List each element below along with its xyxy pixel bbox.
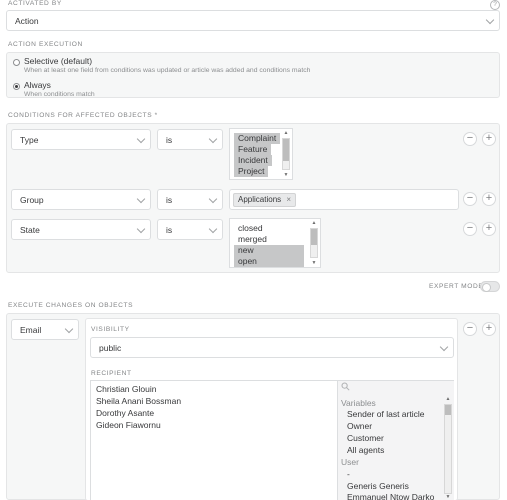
- condition-attribute-value: Type: [20, 135, 39, 145]
- chevron-down-icon: [64, 324, 74, 334]
- picker-option[interactable]: Emmanuel Ntow Darko: [347, 492, 434, 500]
- scrollbar-thumb[interactable]: [311, 229, 317, 245]
- scrollbar-thumb[interactable]: [283, 139, 289, 161]
- list-option-new[interactable]: new: [234, 245, 304, 256]
- always-subtitle: When conditions match: [24, 91, 95, 98]
- chevron-down-icon: [208, 224, 218, 234]
- condition-value-type-list[interactable]: Complaint Feature Incident Project ▲ ▼: [229, 128, 293, 180]
- execute-action-value: Email: [20, 325, 42, 335]
- picker-option[interactable]: Owner: [347, 421, 372, 431]
- token-label: Applications: [238, 195, 282, 204]
- variables-header: Variables: [341, 398, 376, 408]
- condition-operator-value: is: [166, 195, 173, 205]
- execute-changes-label: EXECUTE CHANGES ON OBJECTS: [8, 302, 134, 309]
- visibility-value: public: [99, 343, 122, 353]
- picker-option[interactable]: -: [347, 469, 350, 479]
- chevron-down-icon: [208, 194, 218, 204]
- condition-operator-group[interactable]: is: [157, 189, 223, 210]
- scroll-up-icon[interactable]: ▲: [444, 397, 452, 402]
- condition-attribute-state[interactable]: State: [11, 219, 151, 240]
- chevron-down-icon: [208, 134, 218, 144]
- condition-attribute-value: Group: [20, 195, 44, 205]
- scroll-up-icon[interactable]: ▲: [282, 131, 290, 136]
- action-execution-label: ACTION EXECUTION: [8, 41, 83, 48]
- picker-option[interactable]: Generis Generis: [347, 481, 409, 491]
- add-condition-button[interactable]: +: [482, 192, 496, 206]
- user-header: User: [341, 457, 359, 467]
- condition-operator-value: is: [166, 225, 173, 235]
- radio-selective[interactable]: [13, 59, 20, 66]
- action-execution-panel: Selective (default) When at least one fi…: [6, 52, 500, 98]
- list-option-complaint[interactable]: Complaint: [234, 133, 281, 144]
- scrollbar[interactable]: [282, 138, 290, 170]
- list-option-closed[interactable]: closed: [234, 223, 267, 234]
- chevron-down-icon: [485, 15, 495, 25]
- expert-mode-toggle[interactable]: [480, 281, 500, 292]
- condition-value-group-input[interactable]: Applications ×: [229, 189, 459, 210]
- execute-changes-panel: Email VISIBILITY public RECIPIENT Christ…: [6, 313, 500, 500]
- scroll-down-icon[interactable]: ▼: [444, 495, 452, 500]
- list-option-incident[interactable]: Incident: [234, 155, 272, 166]
- recipient-box: Christian Glouin Sheila Anani Bossman Do…: [90, 380, 454, 500]
- scrollbar[interactable]: [444, 404, 452, 494]
- recipient-item[interactable]: Dorothy Asante: [96, 408, 154, 418]
- condition-attribute-group[interactable]: Group: [11, 189, 151, 210]
- recipient-item[interactable]: Sheila Anani Bossman: [96, 396, 181, 406]
- condition-operator-type[interactable]: is: [157, 129, 223, 150]
- recipient-item[interactable]: Gideon Fiawornu: [96, 420, 161, 430]
- remove-condition-button[interactable]: −: [463, 132, 477, 146]
- activated-by-label: ACTIVATED BY: [8, 0, 62, 7]
- scrollbar[interactable]: [310, 228, 318, 258]
- conditions-label: CONDITIONS FOR AFFECTED OBJECTS *: [8, 112, 158, 119]
- add-action-button[interactable]: +: [482, 322, 496, 336]
- list-option-project[interactable]: Project: [234, 166, 269, 177]
- activated-by-select[interactable]: Action: [6, 10, 500, 31]
- conditions-panel: Type is Complaint Feature Incident Proje…: [6, 123, 500, 273]
- remove-condition-button[interactable]: −: [463, 222, 477, 236]
- picker-option[interactable]: Customer: [347, 433, 384, 443]
- condition-attribute-value: State: [20, 225, 40, 235]
- activated-by-value: Action: [15, 16, 39, 26]
- chevron-down-icon: [136, 134, 146, 144]
- search-icon[interactable]: [341, 382, 350, 391]
- scrollbar-thumb[interactable]: [445, 405, 451, 415]
- remove-condition-button[interactable]: −: [463, 192, 477, 206]
- chevron-down-icon: [136, 194, 146, 204]
- radio-always[interactable]: [13, 83, 20, 90]
- recipient-label: RECIPIENT: [91, 370, 132, 377]
- remove-action-button[interactable]: −: [463, 322, 477, 336]
- add-condition-button[interactable]: +: [482, 132, 496, 146]
- recipient-picker-list[interactable]: Variables Sender of last article Owner C…: [337, 381, 454, 500]
- token-applications: Applications ×: [233, 193, 297, 207]
- list-option-open[interactable]: open: [234, 256, 304, 267]
- condition-value-state-list[interactable]: closed merged new open ▲ ▼: [229, 218, 321, 268]
- recipient-item[interactable]: Christian Glouin: [96, 384, 156, 394]
- scroll-down-icon[interactable]: ▼: [282, 173, 290, 178]
- visibility-label: VISIBILITY: [91, 326, 130, 333]
- list-option-feature[interactable]: Feature: [234, 144, 272, 155]
- token-remove-icon[interactable]: ×: [286, 195, 291, 204]
- expert-mode-label: EXPERT MODE: [429, 283, 484, 290]
- list-option-merged[interactable]: merged: [234, 234, 271, 245]
- always-title: Always: [24, 80, 51, 90]
- email-config-box: VISIBILITY public RECIPIENT Christian Gl…: [85, 318, 458, 500]
- visibility-select[interactable]: public: [90, 337, 454, 358]
- selective-title: Selective (default): [24, 56, 93, 66]
- chevron-down-icon: [136, 224, 146, 234]
- picker-option[interactable]: Sender of last article: [347, 409, 424, 419]
- picker-option[interactable]: All agents: [347, 445, 384, 455]
- scroll-down-icon[interactable]: ▼: [310, 261, 318, 266]
- chevron-down-icon: [439, 342, 449, 352]
- condition-attribute-type[interactable]: Type: [11, 129, 151, 150]
- add-condition-button[interactable]: +: [482, 222, 496, 236]
- help-icon[interactable]: ?: [490, 0, 500, 10]
- condition-operator-state[interactable]: is: [157, 219, 223, 240]
- execute-action-select[interactable]: Email: [11, 319, 79, 340]
- selective-subtitle: When at least one field from conditions …: [24, 67, 311, 74]
- scroll-up-icon[interactable]: ▲: [310, 221, 318, 226]
- condition-operator-value: is: [166, 135, 173, 145]
